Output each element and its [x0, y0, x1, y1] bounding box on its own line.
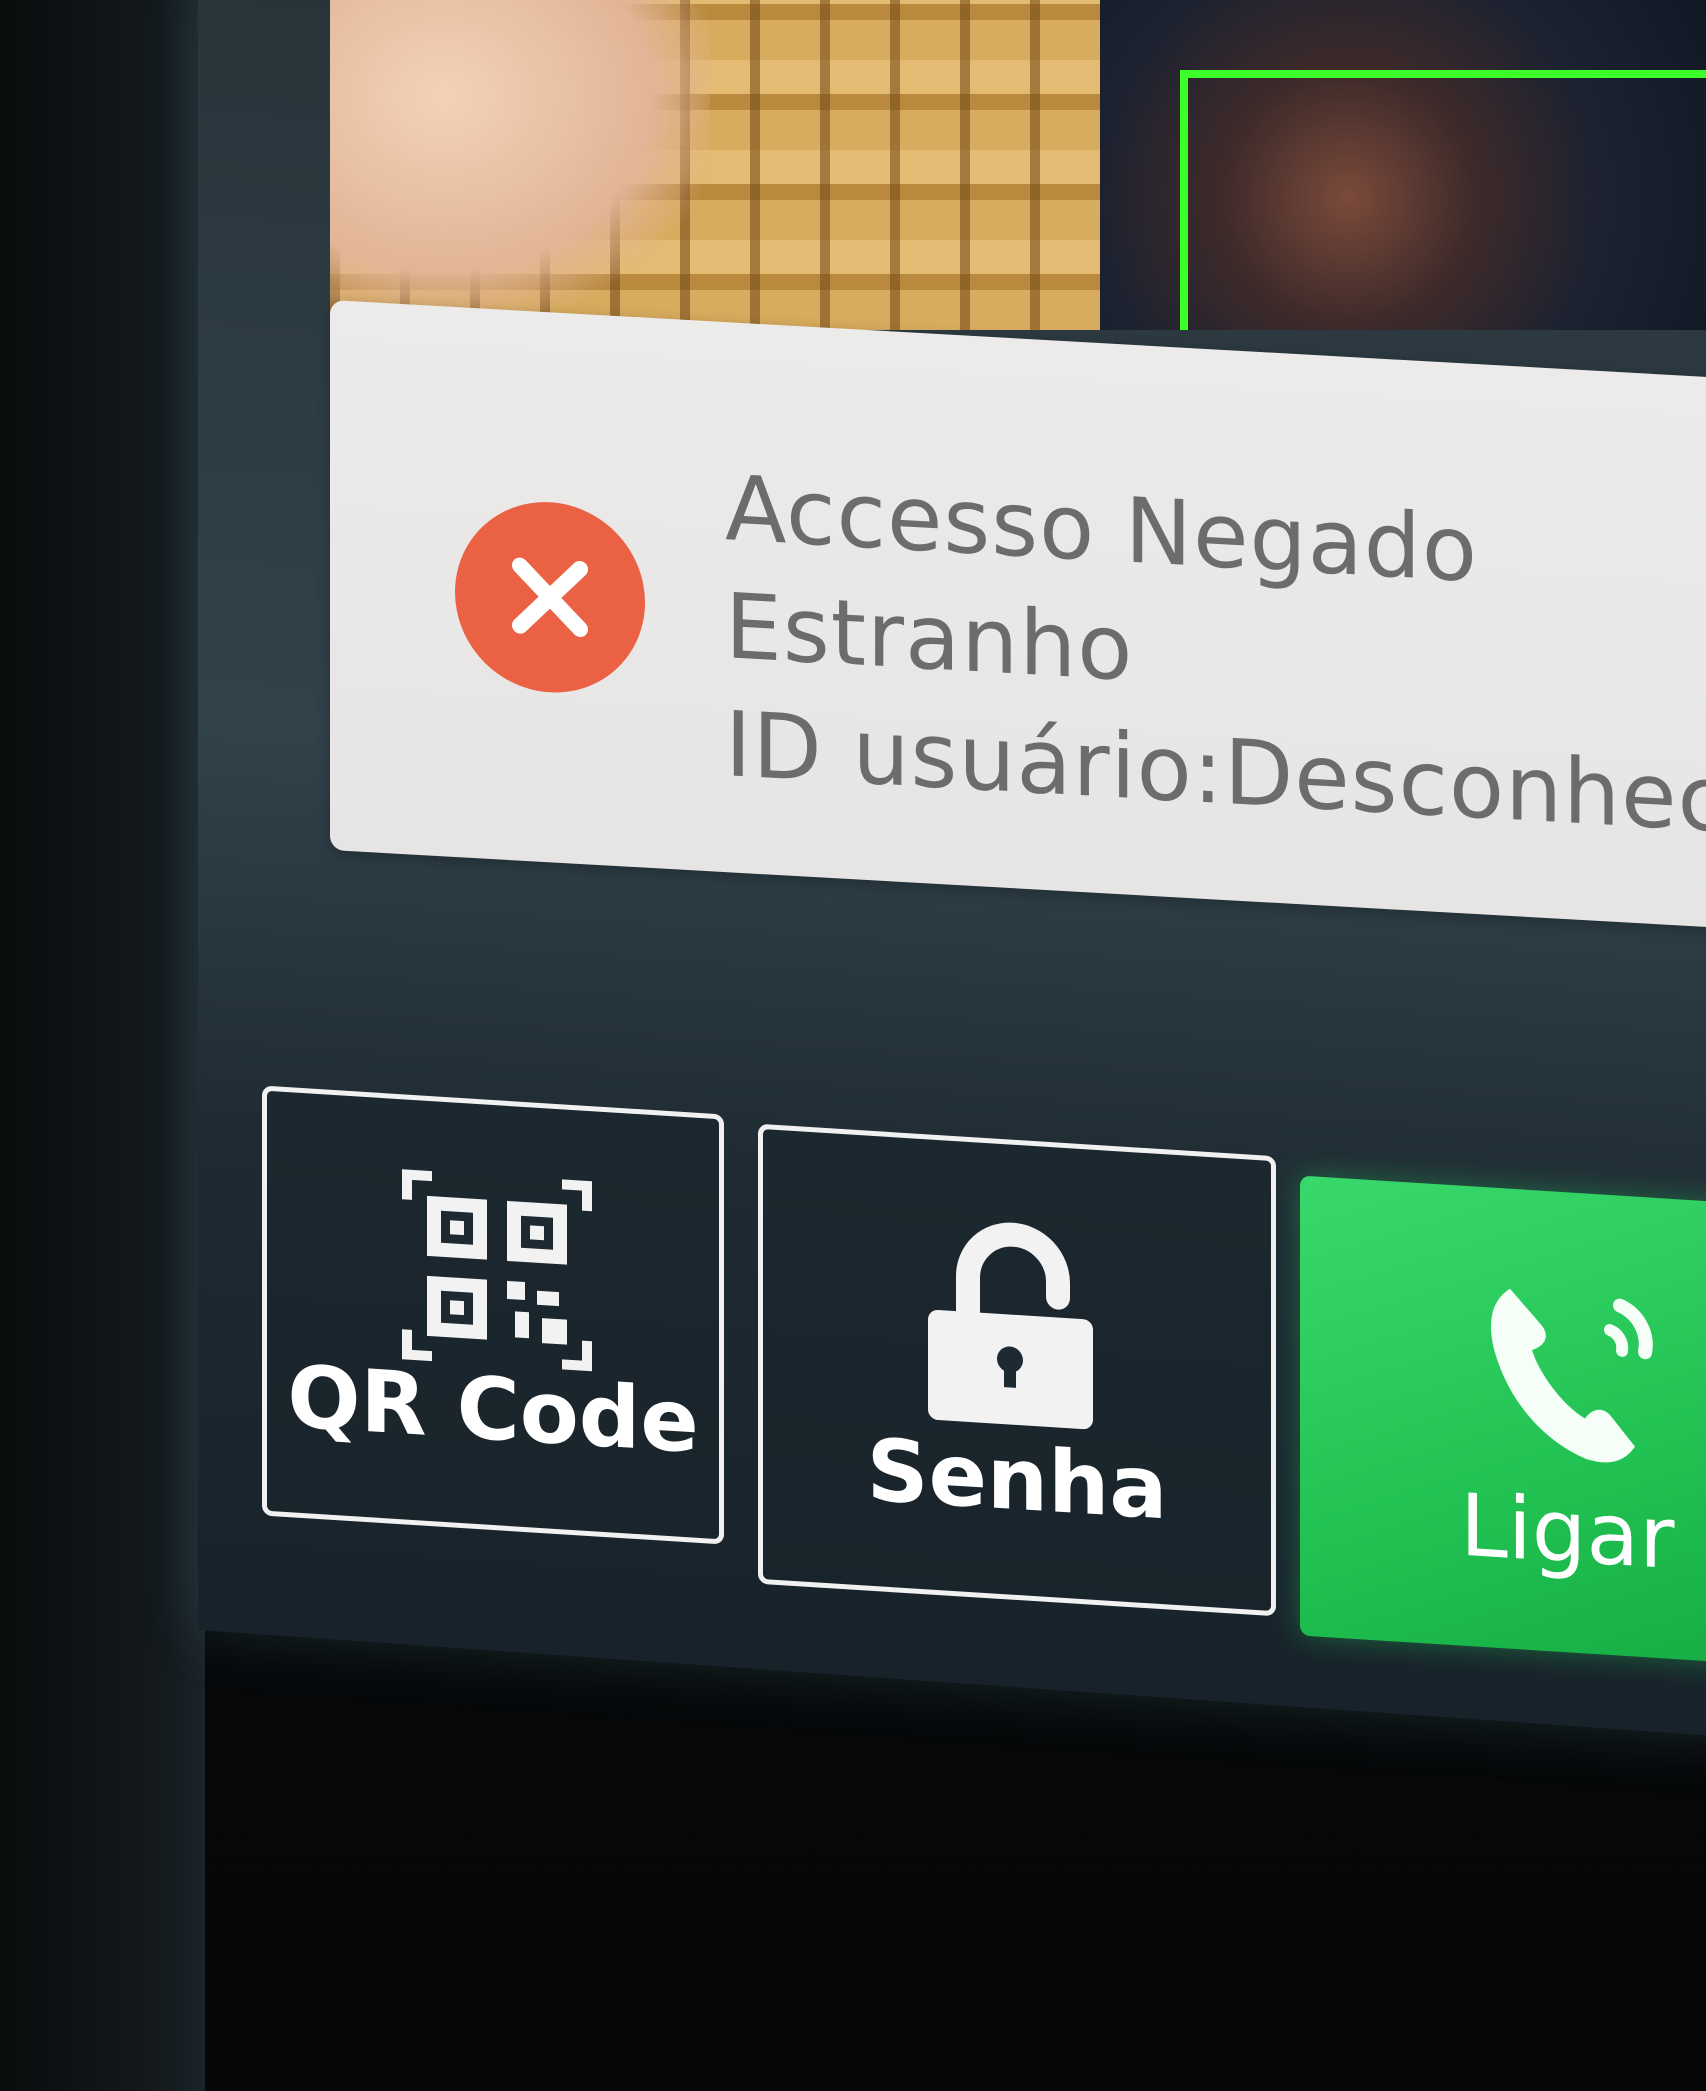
password-label: Senha: [866, 1420, 1168, 1540]
password-button[interactable]: Senha: [758, 1123, 1276, 1617]
action-buttons: QR Code Senha Ligar: [0, 0, 1706, 2091]
unlock-icon: [913, 1213, 1103, 1439]
qr-code-button[interactable]: QR Code: [262, 1085, 724, 1545]
call-button[interactable]: Ligar: [1300, 1175, 1706, 1665]
call-label: Ligar: [1460, 1475, 1675, 1590]
phone-ringing-icon: [1470, 1266, 1680, 1483]
qr-code-icon: [397, 1164, 597, 1381]
qr-code-label: QR Code: [287, 1347, 699, 1473]
